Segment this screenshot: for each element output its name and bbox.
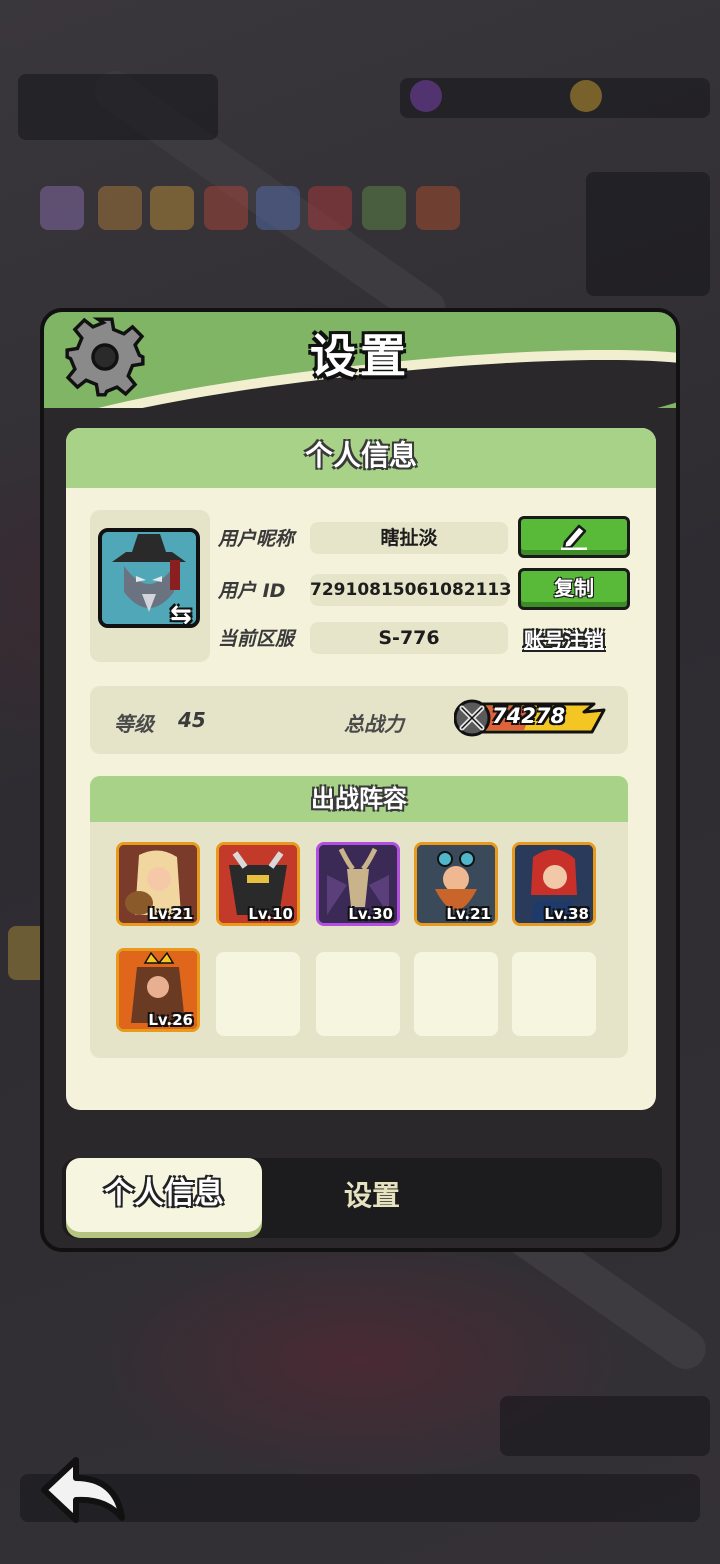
crossed-swords-icon [459,705,485,731]
gear-icon [65,317,145,397]
level-label: 等级 [114,712,154,736]
chat-hud [500,1396,710,1456]
hero-slot[interactable]: Lv.10 [216,842,300,926]
hero-slot[interactable]: Lv.21 [414,842,498,926]
player-hud [18,74,218,140]
hero-level: Lv.30 [348,905,393,923]
minimap [586,172,710,296]
tab-settings[interactable]: 设置 [344,1166,400,1226]
hero-level: Lv.38 [544,905,589,923]
hero-slot[interactable]: Lv.38 [512,842,596,926]
battle-lineup: 出战阵容 Lv.21 Lv.10 Lv.30 Lv.21 Lv.38 Lv.26 [90,776,628,1058]
event-icon [204,186,248,230]
hero-level: Lv.21 [446,905,491,923]
user-id-value: 7291081506108211З [310,574,511,606]
coin-icon [570,80,602,112]
swap-arrows-icon[interactable]: ⇆ [170,600,196,624]
empty-hero-slot[interactable] [414,952,498,1036]
level-value: 45 [178,708,206,732]
event-icon [416,186,460,230]
section-title: 个人信息 [66,428,656,488]
hero-level: Lv.26 [148,1011,193,1029]
event-icon [308,186,352,230]
hero-slot[interactable]: Lv.26 [116,948,200,1032]
hero-level: Lv.10 [248,905,293,923]
empty-hero-slot[interactable] [316,952,400,1036]
avatar[interactable]: ⇆ [98,528,200,628]
back-arrow-icon[interactable] [36,1452,132,1528]
nickname-label: 用户昵称 [218,528,295,550]
cancel-account-link[interactable]: 账号注销 [524,624,604,653]
hero-slot[interactable]: Lv.21 [116,842,200,926]
server-label: 当前区服 [218,628,295,650]
empty-hero-slot[interactable] [216,952,300,1036]
pencil-icon [561,524,587,551]
gem-icon [410,80,442,112]
power-badge: 74278 [454,698,606,738]
personal-info-panel: 个人信息 ⇆ 用户昵称 瞎扯淡 用户 ID 7291081506108211З … [66,428,656,1110]
edit-nickname-button[interactable] [518,516,630,558]
currency-hud [400,78,710,118]
avatar-frame: ⇆ [90,510,210,662]
event-icon [256,186,300,230]
event-icon [98,186,142,230]
stats-bar: 等级 45 总战力 74278 [90,686,628,754]
tab-personal-info[interactable]: 个人信息 [66,1158,262,1232]
hero-level: Lv.21 [148,905,193,923]
settings-dialog: 设置 个人信息 ⇆ 用户昵称 瞎扯淡 用户 ID 729108150610821… [40,308,680,1252]
power-label: 总战力 [344,712,404,736]
event-icon [150,186,194,230]
tab-bar: 个人信息 设置 [62,1158,662,1238]
server-value: S-776 [310,622,508,654]
event-icon [362,186,406,230]
empty-hero-slot[interactable] [512,952,596,1036]
user-id-label: 用户 ID [218,580,286,602]
power-value: 74278 [492,704,566,728]
nickname-value: 瞎扯淡 [310,522,508,554]
hero-slot[interactable]: Lv.30 [316,842,400,926]
copy-button[interactable]: 复制 [518,568,630,610]
event-icon [40,186,84,230]
lineup-title: 出战阵容 [90,776,628,822]
